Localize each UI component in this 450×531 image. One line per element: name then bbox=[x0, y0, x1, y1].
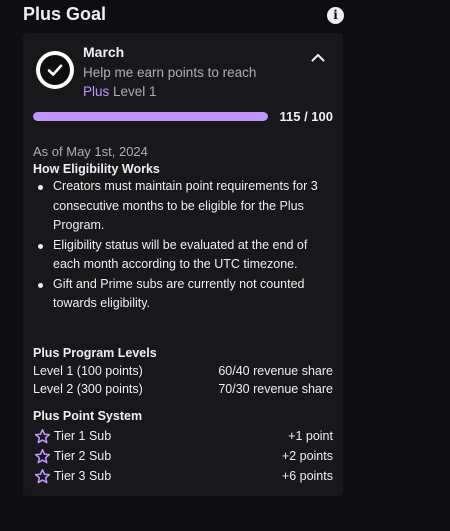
tier-label: Tier 2 Sub bbox=[54, 449, 112, 463]
checkmark-badge-icon bbox=[36, 51, 74, 89]
tier-row: Tier 2 Sub +2 points bbox=[33, 447, 333, 465]
level-value: 60/40 revenue share bbox=[218, 364, 333, 378]
tier-label: Tier 3 Sub bbox=[54, 469, 112, 483]
plus-label: Plus bbox=[83, 84, 110, 99]
panel-header: Plus Goal i bbox=[23, 3, 344, 25]
plus-goal-card: March Help me earn points to reach Plus … bbox=[23, 33, 343, 496]
goal-progress-text: 115 / 100 bbox=[279, 109, 334, 124]
list-item: Eligibility status will be evaluated at … bbox=[33, 236, 333, 275]
tier-row: Tier 3 Sub +6 points bbox=[33, 467, 333, 485]
tier-value: +6 points bbox=[281, 469, 333, 483]
tier-value: +1 point bbox=[288, 429, 333, 443]
page-title: Plus Goal bbox=[23, 3, 107, 24]
star-icon bbox=[34, 428, 51, 443]
eligibility-title: How Eligibility Works bbox=[33, 162, 160, 176]
level-label: Level 1 (100 points) bbox=[33, 364, 143, 378]
goal-progress-fill bbox=[33, 112, 268, 121]
tier-label: Tier 1 Sub bbox=[54, 429, 112, 443]
star-icon bbox=[34, 468, 51, 483]
level-label: Level 2 (300 points) bbox=[33, 382, 143, 396]
level-row: Level 1 (100 points) 60/40 revenue share bbox=[33, 362, 333, 380]
level-row: Level 2 (300 points) 70/30 revenue share bbox=[33, 380, 333, 398]
level-label: Level 1 bbox=[109, 84, 157, 99]
level-value: 70/30 revenue share bbox=[218, 382, 333, 396]
goal-target-level: Plus Level 1 bbox=[83, 84, 157, 99]
list-item: Gift and Prime subs are currently not co… bbox=[33, 275, 333, 314]
points-title: Plus Point System bbox=[33, 409, 143, 423]
goal-progress-bar bbox=[33, 112, 268, 121]
info-icon[interactable]: i bbox=[327, 6, 344, 24]
levels-title: Plus Program Levels bbox=[33, 346, 157, 360]
list-item: Creators must maintain point requirement… bbox=[33, 177, 333, 236]
star-icon bbox=[34, 448, 51, 463]
eligibility-list: Creators must maintain point requirement… bbox=[33, 177, 333, 314]
as-of-date: As of May 1st, 2024 bbox=[33, 144, 148, 159]
goal-description: Help me earn points to reach bbox=[83, 65, 257, 80]
goal-month: March bbox=[83, 44, 125, 60]
tier-value: +2 points bbox=[281, 449, 333, 463]
chevron-up-icon[interactable] bbox=[308, 47, 328, 67]
tier-row: Tier 1 Sub +1 point bbox=[33, 427, 333, 445]
